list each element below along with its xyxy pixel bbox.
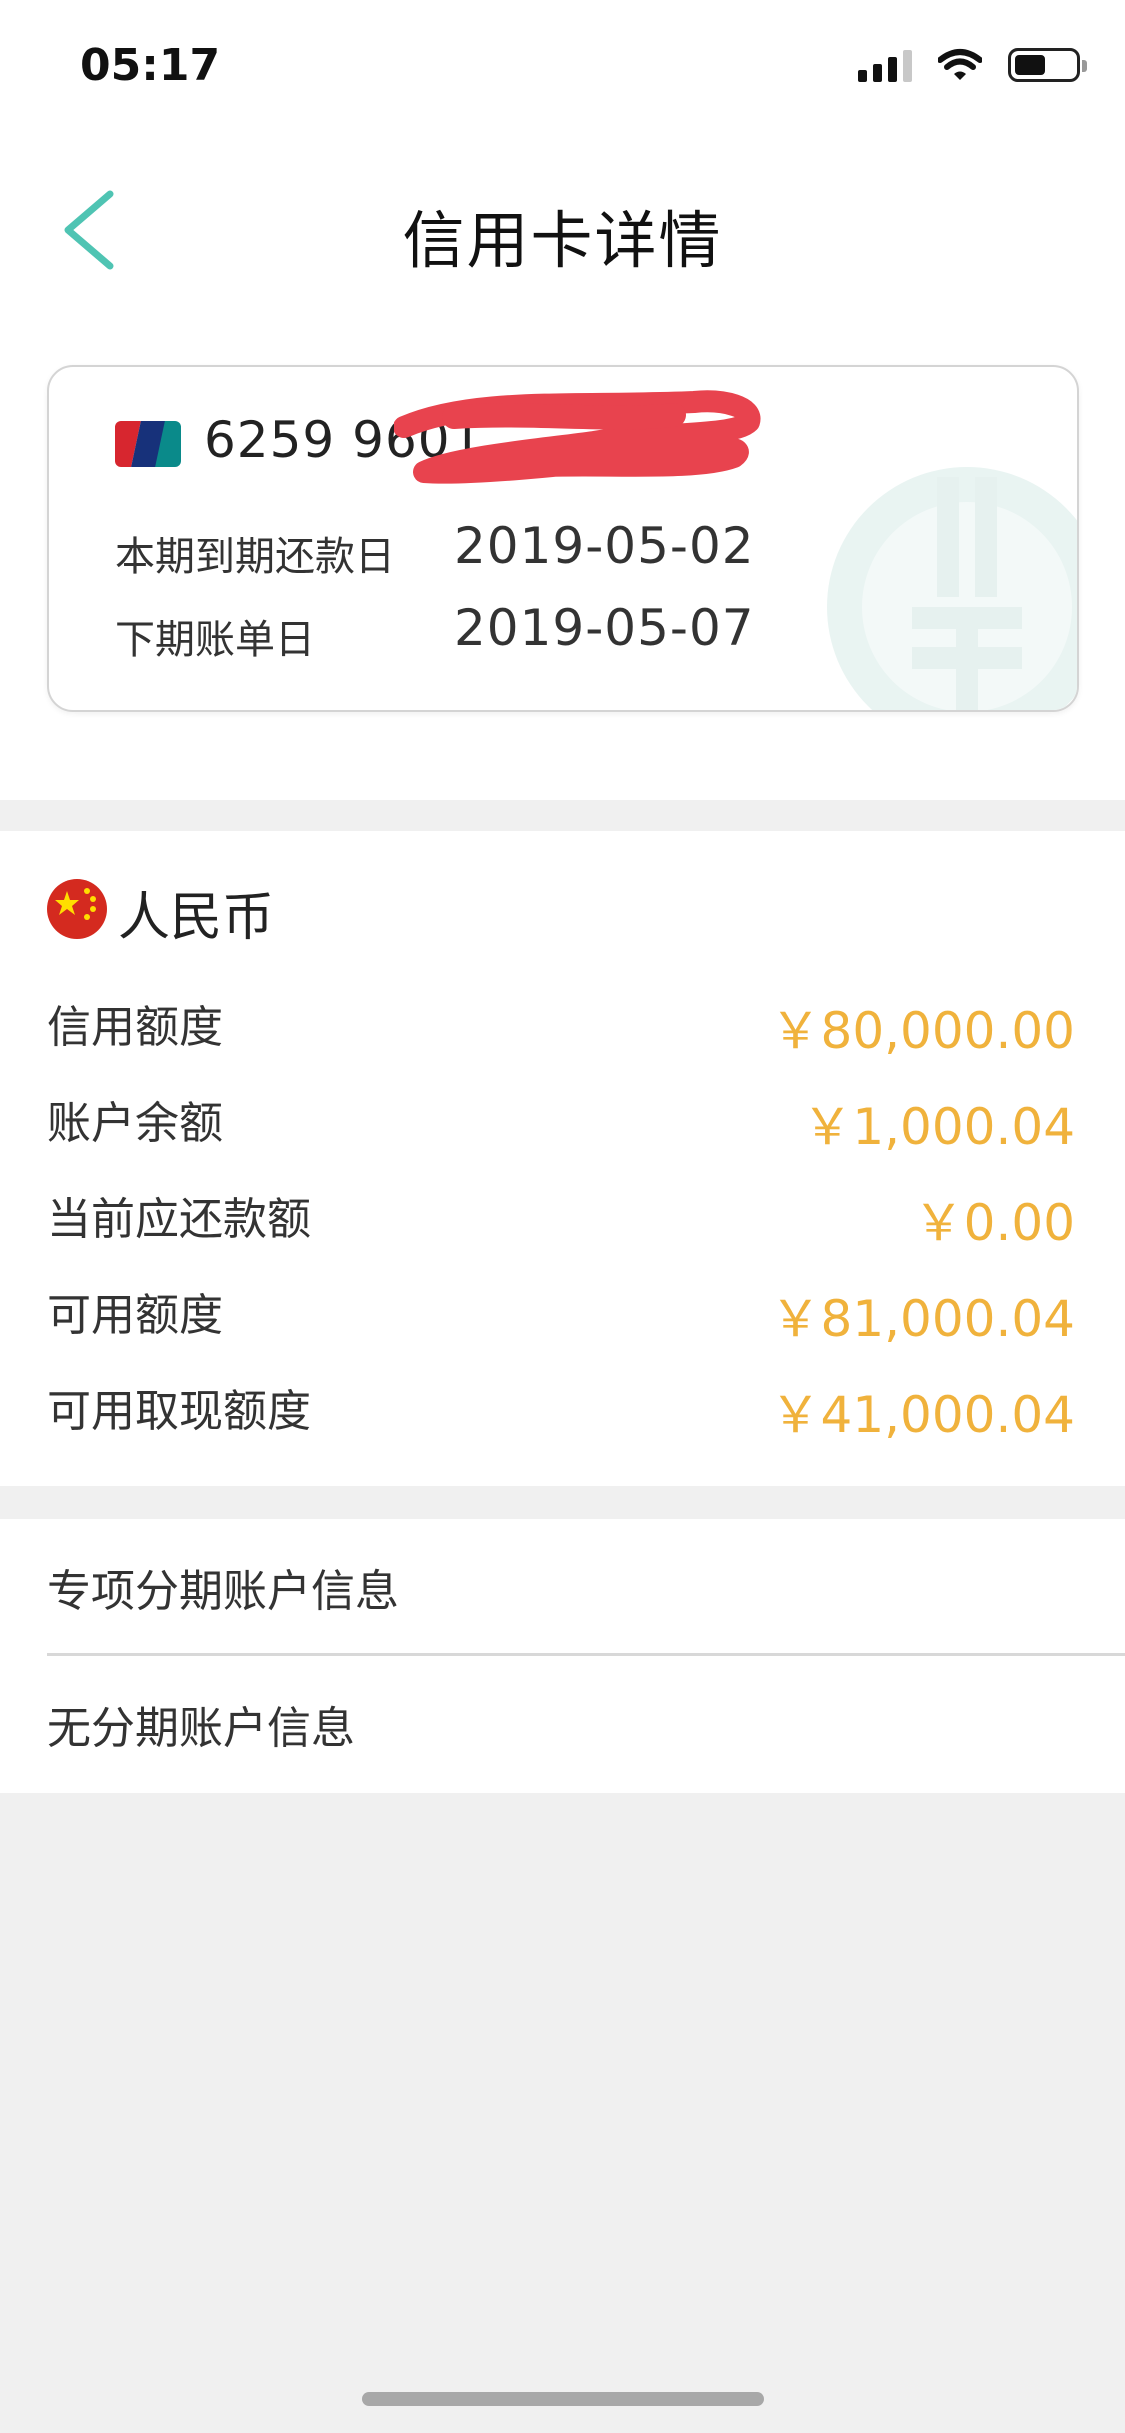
list-item-no-installment[interactable]: 无分期账户信息 <box>0 1656 1125 1793</box>
info-row-available-credit: 可用额度 ￥81,000.04 <box>0 1267 1125 1357</box>
credit-card-summary: 6259 9601 本期到期还款日 2019-05-02 下期账单日 2019-… <box>47 365 1079 712</box>
currency-title: 人民币 <box>118 888 275 948</box>
home-indicator[interactable] <box>362 2392 764 2406</box>
info-row-account-balance: 账户余额 ￥1,000.04 <box>0 1075 1125 1165</box>
info-value: ￥1,000.04 <box>802 1098 1075 1156</box>
status-bar: 05:17 <box>0 0 1125 130</box>
page-title: 信用卡详情 <box>402 204 723 277</box>
currency-section: 人民币 信用额度 ￥80,000.00 账户余额 ￥1,000.04 当前应还款… <box>0 831 1125 1486</box>
list-item-label: 专项分期账户信息 <box>47 1566 399 1617</box>
screen: 05:17 信用卡详情 6259 9601 本期到期还款日 2019-05-02… <box>0 0 1125 2433</box>
due-date-value: 2019-05-02 <box>454 517 755 575</box>
info-label: 当前应还款额 <box>47 1194 311 1245</box>
due-date-label: 本期到期还款日 <box>115 534 395 580</box>
info-row-credit-limit: 信用额度 ￥80,000.00 <box>0 979 1125 1069</box>
status-time: 05:17 <box>80 40 221 91</box>
installment-list: 专项分期账户信息 无分期账户信息 <box>0 1519 1125 1793</box>
next-bill-date-value: 2019-05-07 <box>454 599 755 657</box>
info-row-amount-due: 当前应还款额 ￥0.00 <box>0 1171 1125 1261</box>
info-value: ￥80,000.00 <box>770 1002 1075 1060</box>
signal-icon <box>858 48 912 82</box>
bank-logo-watermark-icon <box>827 467 1077 710</box>
nav-bar: 信用卡详情 <box>0 160 1125 300</box>
china-flag-icon <box>47 879 107 939</box>
info-label: 信用额度 <box>47 1002 223 1053</box>
info-value: ￥41,000.04 <box>770 1386 1075 1444</box>
info-label: 账户余额 <box>47 1098 223 1149</box>
info-value: ￥81,000.04 <box>770 1290 1075 1348</box>
battery-icon <box>1008 48 1087 82</box>
list-item-label: 无分期账户信息 <box>47 1703 355 1754</box>
next-bill-date-label: 下期账单日 <box>115 617 315 663</box>
info-label: 可用额度 <box>47 1290 223 1341</box>
list-item-special-installment[interactable]: 专项分期账户信息 <box>0 1519 1125 1656</box>
unionpay-icon <box>115 421 181 467</box>
info-row-cash-advance: 可用取现额度 ￥41,000.04 <box>0 1363 1125 1453</box>
redaction-scribble <box>394 390 761 484</box>
info-value: ￥0.00 <box>913 1194 1075 1252</box>
wifi-icon <box>938 49 982 80</box>
info-label: 可用取现额度 <box>47 1386 311 1437</box>
status-icons <box>858 48 1087 82</box>
